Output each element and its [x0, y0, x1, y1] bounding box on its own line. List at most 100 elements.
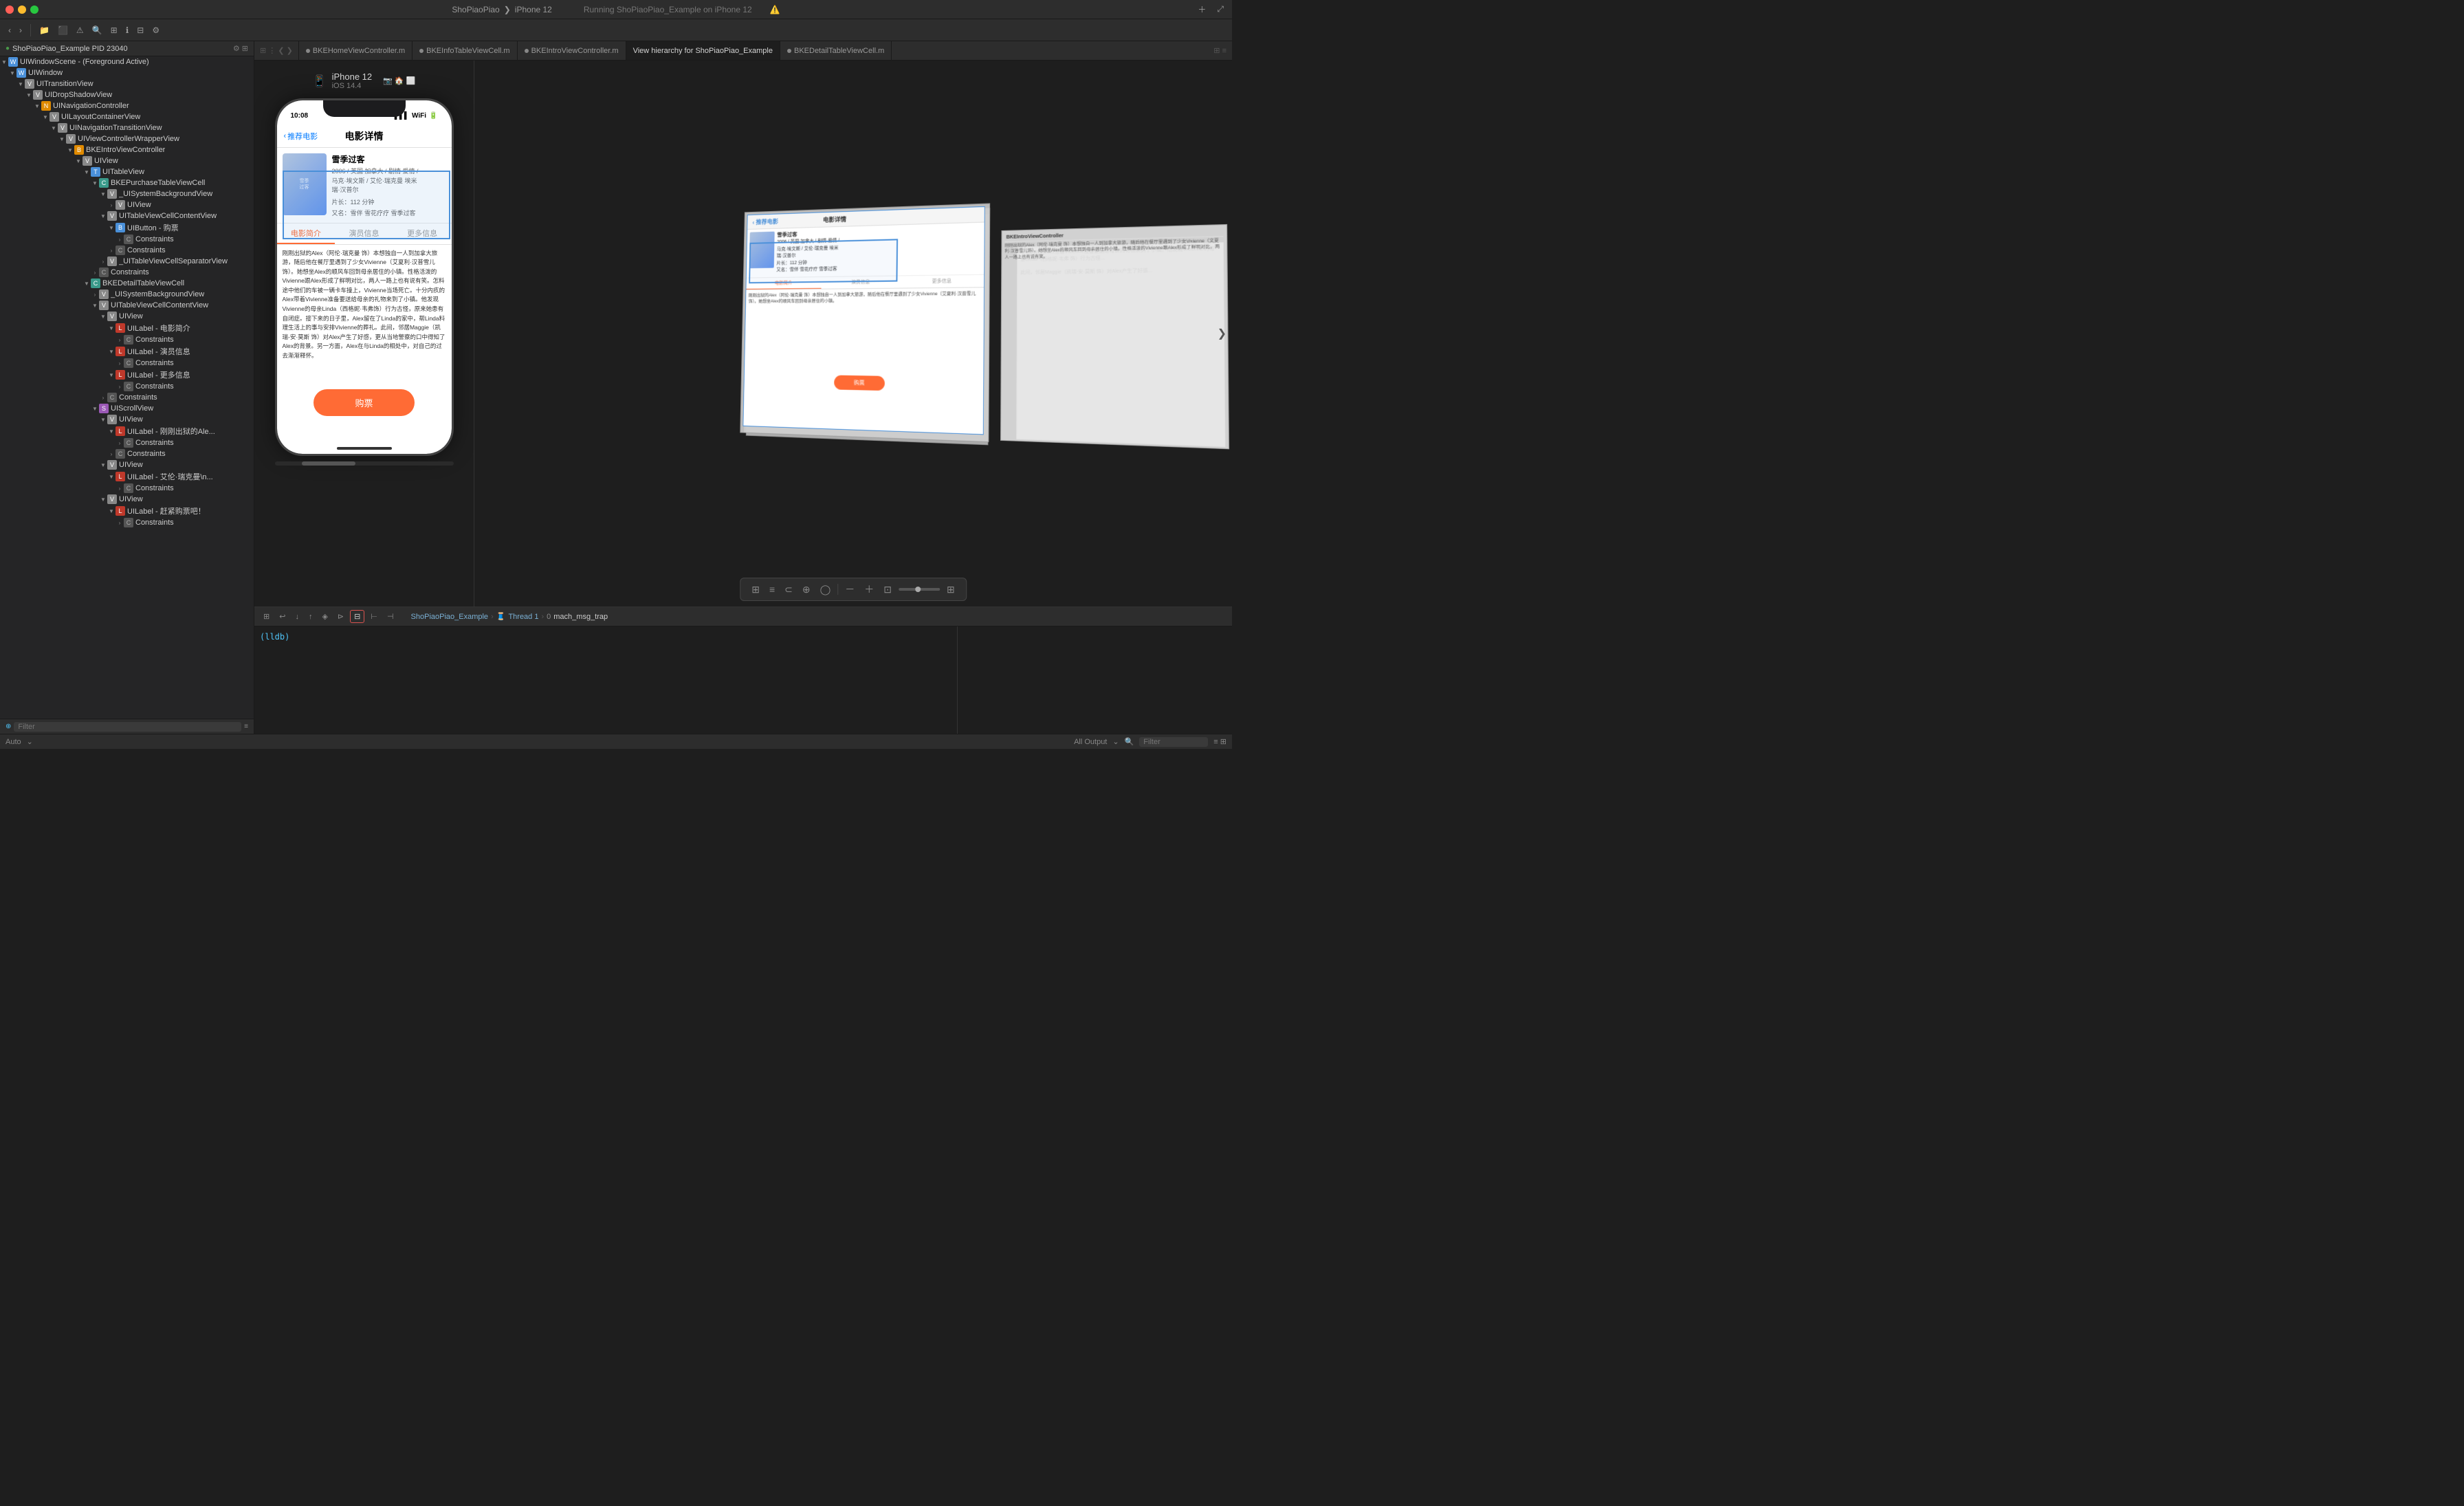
nav-tree-item[interactable]: › C Constraints: [0, 448, 254, 459]
hierarchy-3d-view[interactable]: ‹ 推荐电影 电影详情 雪季过客 2006 / 英国 加拿大 / 剧情 爱情 /…: [474, 61, 1232, 607]
nav-tree-item[interactable]: ▼ S UIScrollView: [0, 403, 254, 414]
breadcrumb-thread[interactable]: Thread 1: [508, 613, 538, 621]
nav-tree-item[interactable]: ▼ L UILabel - 电影简介: [0, 322, 254, 334]
grid-btn[interactable]: ⊟: [134, 24, 146, 36]
nav-tree-item[interactable]: ▼ V UIView: [0, 459, 254, 470]
nav-tree-item[interactable]: ▼ V UIView: [0, 155, 254, 166]
info-btn[interactable]: ℹ: [123, 24, 132, 36]
nav-tree-item[interactable]: ▼ V UILayoutContainerView: [0, 111, 254, 122]
nav-tree-item[interactable]: ▼ V UIView: [0, 494, 254, 505]
vh-zoom-slider[interactable]: [899, 588, 940, 591]
nav-tree-item[interactable]: › C Constraints: [0, 517, 254, 528]
tab-bkeinfo[interactable]: BKEInfoTableViewCell.m: [412, 41, 517, 60]
tab-bkehome[interactable]: BKEHomeViewController.m: [299, 41, 412, 60]
status-filter-input[interactable]: [1139, 737, 1208, 747]
nav-tree-item[interactable]: › C Constraints: [0, 381, 254, 392]
debug-btn-active[interactable]: ⊟: [350, 610, 364, 623]
nav-tree-item[interactable]: ▼ V UITransitionView: [0, 78, 254, 89]
nav-tree-item[interactable]: ▼ C BKEDetailTableViewCell: [0, 278, 254, 289]
nav-tree-item[interactable]: ▼ W UIWindow: [0, 67, 254, 78]
h-scrollbar[interactable]: [275, 461, 454, 466]
vh-btn-inspect[interactable]: ⊕: [800, 582, 813, 597]
debug-btn-step-over[interactable]: ↩: [276, 611, 289, 622]
nav-tree-item[interactable]: › C Constraints: [0, 358, 254, 369]
debug-btn-scope[interactable]: ⊢: [367, 611, 381, 622]
filter-input[interactable]: [14, 722, 241, 732]
fullscreen-button[interactable]: ⤢: [1214, 3, 1226, 16]
back-btn[interactable]: ‹: [6, 24, 14, 36]
nav-tree-item[interactable]: › C Constraints: [0, 483, 254, 494]
search-btn[interactable]: 🔍: [89, 24, 105, 36]
nav-tree-item[interactable]: ▼ V UIView: [0, 414, 254, 425]
folder-btn[interactable]: 📁: [36, 24, 52, 36]
stop-btn[interactable]: ⬛: [55, 24, 71, 36]
settings-btn[interactable]: ⚙: [149, 24, 162, 36]
nav-tree-item[interactable]: ▼ V _UISystemBackgroundView: [0, 188, 254, 199]
nav-tree-item[interactable]: ▼ B UIButton - 购票: [0, 221, 254, 234]
vh-btn-fit[interactable]: ⊡: [881, 582, 894, 597]
back-button[interactable]: ‹ 推荐电影: [284, 131, 318, 142]
vh-right-arrow[interactable]: ❯: [1218, 327, 1226, 340]
debug-btn-step-out[interactable]: ↑: [305, 611, 316, 622]
vh-btn-minus[interactable]: －: [842, 581, 857, 598]
vh-btn-zoom-out[interactable]: ⊞: [944, 582, 958, 597]
navigator-tree[interactable]: ▼ W UIWindowScene - (Foreground Active) …: [0, 56, 254, 719]
nav-tree-item[interactable]: ▼ L UILabel - 刚刚出狱的Ale...: [0, 425, 254, 437]
nav-tree-item[interactable]: › C Constraints: [0, 234, 254, 245]
nav-tree-item[interactable]: ▼ L UILabel - 更多信息: [0, 369, 254, 381]
nav-tree-item[interactable]: › C Constraints: [0, 392, 254, 403]
nav-tree-item[interactable]: ▼ B BKEIntroViewController: [0, 144, 254, 155]
nav-tree-item[interactable]: ▼ C BKEPurchaseTableViewCell: [0, 177, 254, 188]
nav-node-icon: N: [41, 101, 51, 111]
debug-btn-continue[interactable]: ⊞: [260, 611, 273, 622]
vh-btn-range[interactable]: ◯: [817, 582, 834, 597]
nav-tree-item[interactable]: ▼ L UILabel - 赶紧购票吧！: [0, 505, 254, 517]
nav-tree-item[interactable]: › C Constraints: [0, 334, 254, 345]
nav-tree-item[interactable]: › V UIView: [0, 199, 254, 210]
nav-tree-item[interactable]: ▼ W UIWindowScene - (Foreground Active): [0, 56, 254, 67]
debug-btn-format[interactable]: ⊣: [384, 611, 397, 622]
nav-tree-item[interactable]: ▼ N UINavigationController: [0, 100, 254, 111]
debug-btn-step-into[interactable]: ↓: [292, 611, 302, 622]
nav-item-label: UIView: [127, 201, 151, 209]
vh-btn-frame[interactable]: ⊞: [749, 582, 762, 597]
nav-tree-item[interactable]: ▼ V UITableViewCellContentView: [0, 300, 254, 311]
tab-bkedetail[interactable]: BKEDetailTableViewCell.m: [780, 41, 892, 60]
add-button[interactable]: ＋: [1195, 2, 1209, 17]
breadcrumb-app[interactable]: ShoPiaoPiao_Example: [411, 613, 489, 621]
vh-zoom-thumb: [915, 587, 921, 592]
nav-tree-item[interactable]: › C Constraints: [0, 437, 254, 448]
nav-tree-item[interactable]: ▼ V UIDropShadowView: [0, 89, 254, 100]
vh-btn-clip[interactable]: ⊂: [782, 582, 795, 597]
tab-more[interactable]: 更多信息: [393, 223, 452, 244]
nav-tree-item[interactable]: ▼ L UILabel - 艾伦·瑞克曼\n...: [0, 470, 254, 483]
forward-btn[interactable]: ›: [16, 24, 25, 36]
nav-tree-item[interactable]: ▼ T UITableView: [0, 166, 254, 177]
nav-tree-item[interactable]: ▼ V UIView: [0, 311, 254, 322]
buy-ticket-button[interactable]: 购票: [314, 389, 414, 416]
nav-tree-item[interactable]: ▼ L UILabel - 演员信息: [0, 345, 254, 358]
nav-arrow-icon: ▼: [74, 158, 82, 164]
nav-tree-item[interactable]: › V _UISystemBackgroundView: [0, 289, 254, 300]
vh-btn-list[interactable]: ≡: [767, 582, 778, 596]
nav-tree-item[interactable]: › C Constraints: [0, 267, 254, 278]
warning-btn[interactable]: ⚠: [74, 24, 87, 36]
tab-actors[interactable]: 演员信息: [335, 223, 393, 244]
debug-btn-breakpoint[interactable]: ◈: [318, 611, 331, 622]
debug-btn-share[interactable]: ⊳: [334, 611, 347, 622]
tab-viewhierarchy[interactable]: View hierarchy for ShoPiaoPiao_Example: [626, 41, 780, 60]
bookmark-btn[interactable]: ⊞: [108, 24, 120, 36]
close-button[interactable]: [6, 6, 14, 14]
tab-intro[interactable]: 电影简介: [277, 223, 336, 244]
minimize-button[interactable]: [18, 6, 26, 14]
maximize-button[interactable]: [30, 6, 38, 14]
tab-bkeintro[interactable]: BKEIntroViewController.m: [518, 41, 626, 60]
buy-btn-container: 购票: [277, 382, 452, 423]
nav-tree-item[interactable]: › C Constraints: [0, 245, 254, 256]
nav-tree-item[interactable]: ▼ V UIViewControllerWrapperView: [0, 133, 254, 144]
nav-tree-item[interactable]: › V _UITableViewCellSeparatorView: [0, 256, 254, 267]
nav-tree-item[interactable]: ▼ V UITableViewCellContentView: [0, 210, 254, 221]
vh-btn-plus[interactable]: ＋: [861, 581, 877, 598]
nav-arrow-icon: ▼: [50, 125, 58, 131]
nav-tree-item[interactable]: ▼ V UINavigationTransitionView: [0, 122, 254, 133]
